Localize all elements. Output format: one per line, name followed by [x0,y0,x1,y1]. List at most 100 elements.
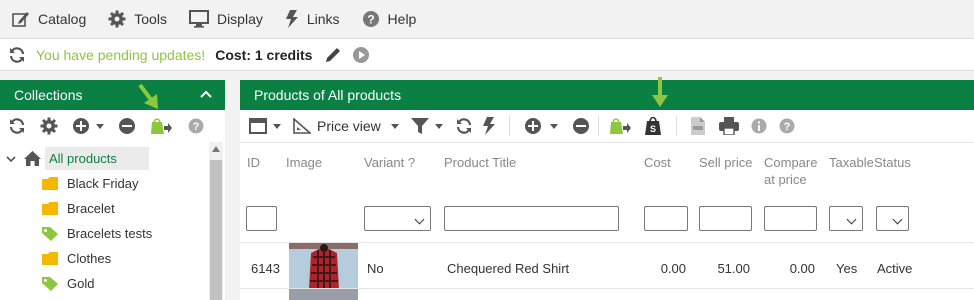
cell-compare-price[interactable]: 0.00 [760,261,815,276]
column-header-variant[interactable]: Variant ? [364,155,415,170]
play-icon[interactable] [352,46,370,64]
column-header-compare-at-price[interactable]: Compare [764,155,817,170]
menu-links-label: Links [306,11,340,27]
products-shopify-export-button[interactable] [609,114,631,138]
cell-taxable[interactable]: Yes [836,261,857,276]
collections-remove-button[interactable] [118,114,136,138]
add-icon [524,118,541,134]
info-icon [751,118,767,134]
collection-item[interactable]: Gold [42,271,94,296]
filter-status-select[interactable] [876,206,909,231]
view-layout-button[interactable] [249,114,281,138]
shopify-button[interactable]: S [644,114,662,138]
tag-icon [42,226,58,241]
collections-tree: All products Black Friday Bracelet Brace… [0,142,225,300]
column-header-id[interactable]: ID [247,155,260,170]
column-header-taxable[interactable]: Taxable [829,155,874,170]
collection-item[interactable]: Bracelets tests [42,221,152,246]
chevron-down-icon [273,123,281,129]
toolbar-separator [508,116,510,136]
csv-export-button[interactable] [690,114,705,138]
filter-taxable-select[interactable] [829,206,863,231]
help-icon: ? [779,118,795,134]
price-view-label: Price view [317,118,381,134]
column-header-compare-at-price-line2[interactable]: at price [764,172,807,187]
menu-help[interactable]: ? Help [362,10,416,28]
cost-label: Cost: 1 credits [215,46,313,63]
filter-compare-price-input[interactable] [764,206,817,231]
filter-title-input[interactable] [444,206,619,231]
collections-scrollbar[interactable] [209,142,223,300]
tree-root-row[interactable]: All products [6,146,149,171]
tag-icon [42,276,58,291]
help-icon: ? [188,118,204,134]
filter-sell-price-input[interactable] [699,206,752,231]
chevron-down-icon [549,123,558,129]
collection-all-products[interactable]: All products [45,147,149,170]
column-header-sell-price[interactable]: Sell price [699,155,752,170]
products-refresh-button[interactable] [455,114,473,138]
remove-icon [572,118,589,134]
svg-text:?: ? [783,121,790,133]
menu-display[interactable]: Display [188,10,263,28]
chevron-down-icon[interactable] [6,155,16,163]
cell-cost[interactable]: 0.00 [634,261,686,276]
highlight-arrow-icon [138,83,158,109]
quick-action-button[interactable] [482,114,495,138]
column-header-status[interactable]: Status [874,155,911,170]
collections-settings-button[interactable] [40,114,58,138]
refresh-icon [456,118,471,134]
price-view-button[interactable]: Price view [293,114,399,138]
menu-catalog-label: Catalog [38,11,87,27]
collection-item-label: Gold [67,276,95,291]
lightning-icon [285,10,298,28]
collection-item[interactable]: Clothes [42,246,111,271]
info-button[interactable] [751,114,767,138]
cell-id[interactable]: 6143 [251,261,280,276]
filter-cost-input[interactable] [644,206,688,231]
menu-links[interactable]: Links [285,10,340,28]
print-button[interactable] [718,114,739,138]
collections-add-button[interactable] [72,114,104,138]
scrollbar-thumb[interactable] [210,160,222,300]
collections-refresh-button[interactable] [8,114,26,138]
shopify-bag-icon: S [644,116,661,135]
column-header-title[interactable]: Product Title [444,155,516,170]
collection-item[interactable]: Black Friday [42,171,139,196]
add-icon [73,118,89,134]
collection-item-label: Bracelets tests [67,226,153,241]
products-remove-button[interactable] [572,114,590,138]
refresh-icon[interactable] [8,46,26,64]
collections-shopify-export-button[interactable] [150,114,172,138]
home-icon [24,151,41,166]
filter-button[interactable] [410,114,443,138]
menu-tools[interactable]: Tools [108,10,167,28]
cell-variant[interactable]: No [367,261,384,276]
collections-toolbar: ? [0,110,225,143]
update-bar: You have pending updates! Cost: 1 credit… [0,38,974,71]
column-header-image[interactable]: Image [286,155,322,170]
cell-sell-price[interactable]: 51.00 [690,261,750,276]
scroll-up-icon[interactable] [212,146,220,152]
column-header-cost[interactable]: Cost [644,155,671,170]
chevron-up-icon[interactable] [200,89,212,99]
cell-status[interactable]: Active [877,261,912,276]
filter-icon [410,118,429,134]
pending-updates-message: You have pending updates! [36,46,206,63]
edit-icon [12,12,29,27]
highlight-arrow-icon [652,77,668,107]
folder-icon [42,202,58,215]
filter-variant-select[interactable] [364,206,431,231]
menu-catalog[interactable]: Catalog [12,10,86,28]
product-thumbnail[interactable] [289,243,358,289]
products-add-button[interactable] [524,114,558,138]
collections-help-button[interactable]: ? [188,114,204,138]
cell-title[interactable]: Chequered Red Shirt [447,261,569,276]
filter-id-input[interactable] [246,206,277,231]
menu-display-label: Display [216,11,263,27]
collection-item[interactable]: Bracelet [42,196,115,221]
products-help-button[interactable]: ? [779,114,795,138]
folder-icon [42,177,58,190]
product-thumbnail-next[interactable] [289,289,358,300]
pencil-icon[interactable] [324,46,342,64]
